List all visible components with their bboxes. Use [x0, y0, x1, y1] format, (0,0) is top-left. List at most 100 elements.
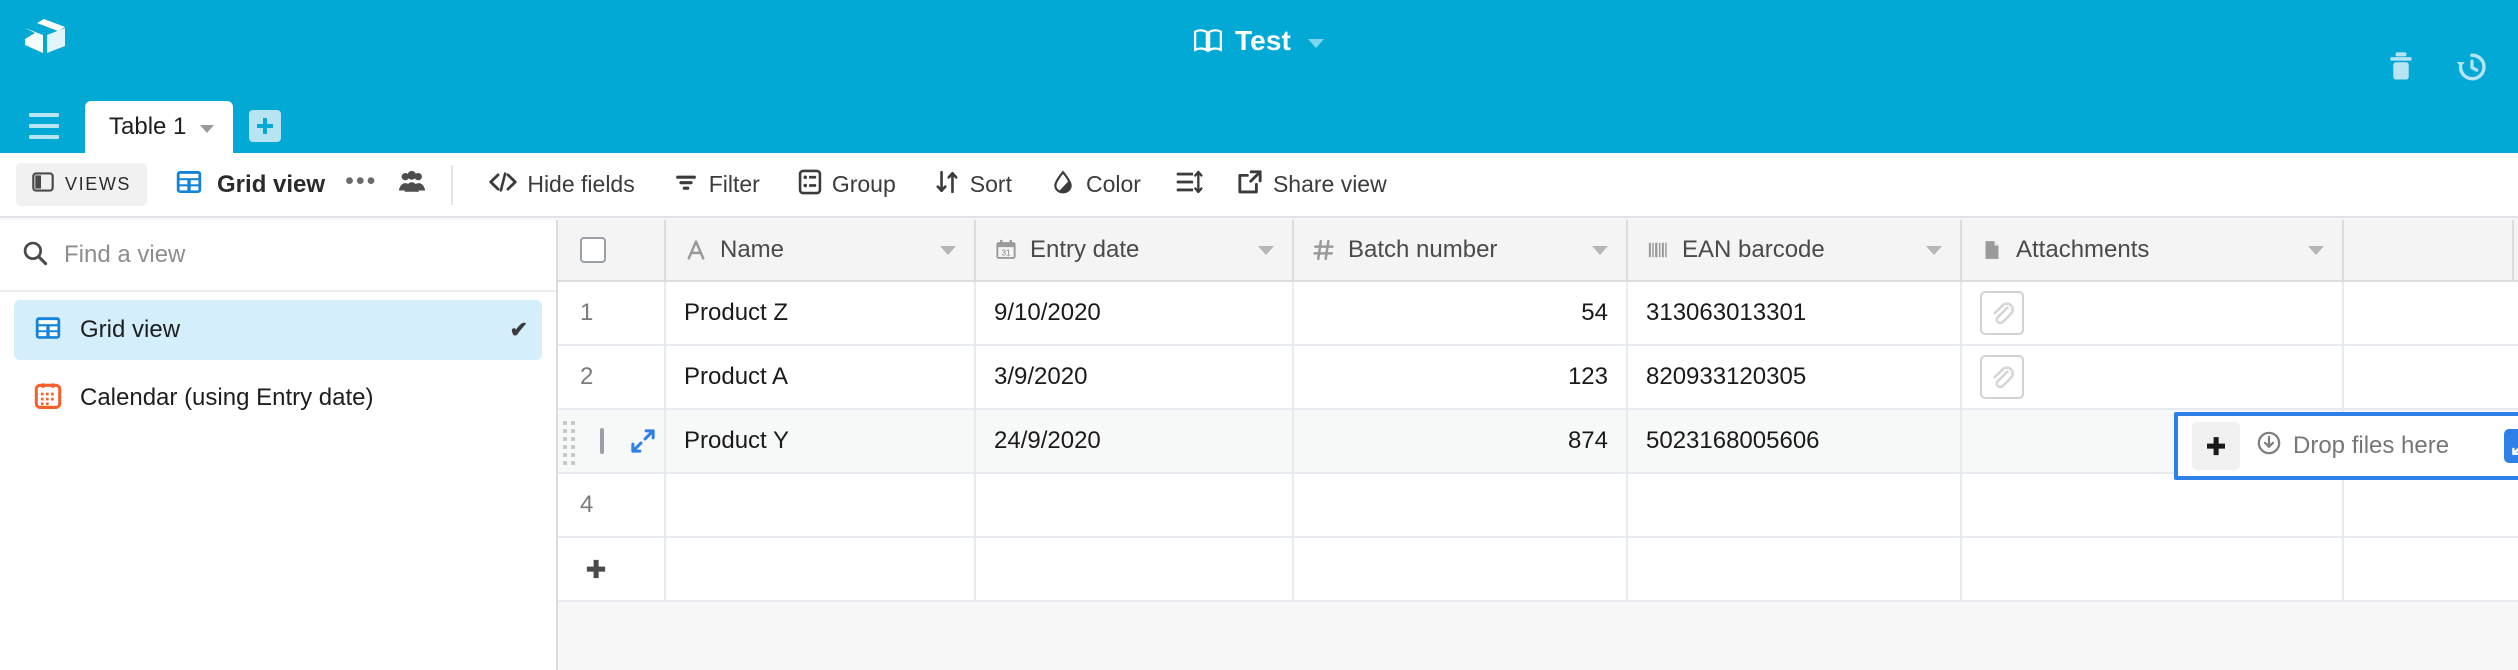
- paperclip-icon[interactable]: [1980, 355, 2024, 399]
- chevron-down-icon[interactable]: [940, 245, 956, 255]
- people-icon[interactable]: [397, 170, 427, 199]
- cell-attachments[interactable]: [1962, 474, 2344, 536]
- attachment-field-icon: [1980, 238, 2004, 262]
- cell-batch-number[interactable]: 54: [1294, 282, 1628, 344]
- cell-name[interactable]: Product Z: [666, 282, 976, 344]
- filter-label: Filter: [708, 171, 760, 197]
- chevron-down-icon[interactable]: [1258, 245, 1274, 255]
- chevron-down-icon[interactable]: [1307, 38, 1324, 48]
- hide-fields-button[interactable]: Hide fields: [477, 165, 646, 204]
- cell-ean-barcode[interactable]: 820933120305: [1628, 346, 1962, 408]
- row-number: 4: [580, 491, 594, 518]
- plus-icon[interactable]: [584, 557, 608, 581]
- sort-button[interactable]: Sort: [922, 164, 1024, 205]
- expand-cell-icon[interactable]: [2504, 429, 2518, 463]
- row-height-button[interactable]: [1167, 163, 1211, 206]
- selected-attachment-cell[interactable]: Drop files here: [2174, 412, 2518, 480]
- share-view-button[interactable]: Share view: [1225, 163, 1399, 206]
- column-header-entry-date[interactable]: 31 Entry date: [976, 220, 1294, 280]
- table-row[interactable]: 2 Product A 3/9/2020 123 820933120305: [558, 346, 2518, 410]
- cell-name[interactable]: [666, 474, 976, 536]
- grid-footer: [558, 602, 2518, 660]
- column-header-ean-barcode[interactable]: EAN barcode: [1628, 220, 1962, 280]
- cell-ean-barcode[interactable]: [1628, 474, 1962, 536]
- row-height-icon: [1175, 169, 1203, 200]
- drag-handle-icon[interactable]: [563, 421, 575, 465]
- add-row[interactable]: [558, 538, 2518, 602]
- add-row-cell[interactable]: [558, 538, 666, 600]
- grid-inner: Name 31 Entry date Batch number EAN barc…: [558, 220, 2518, 660]
- calendar-view-icon: [34, 382, 62, 415]
- tab-label: Table 1: [109, 113, 187, 140]
- share-view-label: Share view: [1272, 171, 1387, 197]
- filter-button[interactable]: Filter: [661, 165, 772, 204]
- row-select-checkbox[interactable]: [600, 428, 604, 454]
- group-label: Group: [831, 171, 896, 197]
- column-header-name[interactable]: Name: [666, 220, 976, 280]
- tab-table-1[interactable]: Table 1: [85, 101, 234, 153]
- cell-entry-date[interactable]: 3/9/2020: [976, 346, 1294, 408]
- table-row[interactable]: 4: [558, 474, 2518, 538]
- row-number-cell: [558, 410, 666, 472]
- cell-batch-number[interactable]: 123: [1294, 346, 1628, 408]
- cell-name[interactable]: Product Y: [666, 410, 976, 472]
- column-header-label: Name: [720, 236, 785, 263]
- sidebar-item-grid-view[interactable]: Grid view ✔: [14, 300, 542, 360]
- svg-text:31: 31: [1002, 249, 1011, 258]
- document-title-group[interactable]: Test: [0, 25, 2518, 57]
- add-attachment-button[interactable]: [2192, 422, 2240, 470]
- sidebar-item-calendar-view[interactable]: Calendar (using Entry date): [14, 368, 542, 428]
- panel-left-icon: [32, 171, 54, 198]
- cell-tail: [2344, 282, 2514, 344]
- cell-attachments[interactable]: [1962, 346, 2344, 408]
- cell-name[interactable]: Product A: [666, 346, 976, 408]
- history-icon[interactable]: [2456, 51, 2488, 83]
- row-number: 1: [580, 299, 594, 326]
- color-button[interactable]: Color: [1038, 164, 1153, 205]
- cell-entry-date[interactable]: [976, 474, 1294, 536]
- paperclip-icon[interactable]: [1980, 291, 2024, 335]
- group-button[interactable]: Group: [786, 163, 908, 206]
- share-external-icon: [1237, 169, 1263, 200]
- view-toolbar: VIEWS Grid view ••• Hide fields Filter G…: [0, 153, 2518, 218]
- find-view-row: [0, 220, 556, 292]
- cell-batch-number[interactable]: 874: [1294, 410, 1628, 472]
- cell-tail: [2344, 346, 2514, 408]
- main-body: Grid view ✔ Calendar (us: [0, 220, 2518, 670]
- views-label: VIEWS: [65, 174, 132, 194]
- column-header-label: EAN barcode: [1682, 236, 1825, 263]
- current-view-group: Grid view •••: [175, 168, 427, 201]
- current-view-name[interactable]: Grid view: [217, 171, 325, 199]
- chevron-down-icon[interactable]: [1592, 245, 1608, 255]
- cell-batch-number[interactable]: [1294, 474, 1628, 536]
- column-header-attachments[interactable]: Attachments: [1962, 220, 2344, 280]
- column-header-batch-number[interactable]: Batch number: [1294, 220, 1628, 280]
- expand-record-icon[interactable]: [630, 428, 656, 454]
- select-all-checkbox[interactable]: [580, 237, 606, 263]
- add-row-spacer: [976, 538, 1294, 600]
- cell-tail: [2344, 474, 2514, 536]
- ellipsis-icon[interactable]: •••: [345, 168, 377, 194]
- cell-entry-date[interactable]: 24/9/2020: [976, 410, 1294, 472]
- chevron-down-icon[interactable]: [1926, 245, 1942, 255]
- column-header-label: Batch number: [1348, 236, 1498, 263]
- row-number-cell: 4: [558, 474, 666, 536]
- cell-entry-date[interactable]: 9/10/2020: [976, 282, 1294, 344]
- cell-ean-barcode[interactable]: 313063013301: [1628, 282, 1962, 344]
- table-row[interactable]: 1 Product Z 9/10/2020 54 313063013301: [558, 282, 2518, 346]
- book-icon: [1194, 28, 1222, 54]
- cell-ean-barcode[interactable]: 5023168005606: [1628, 410, 1962, 472]
- add-row-spacer: [1628, 538, 1962, 600]
- chevron-down-icon[interactable]: [2308, 245, 2324, 255]
- chevron-down-icon[interactable]: [200, 125, 215, 133]
- search-input[interactable]: [64, 241, 542, 269]
- add-table-button[interactable]: [249, 110, 282, 142]
- add-row-spacer: [1962, 538, 2344, 600]
- cell-attachments[interactable]: [1962, 282, 2344, 344]
- trash-icon[interactable]: [2386, 51, 2416, 83]
- views-button[interactable]: VIEWS: [16, 163, 148, 206]
- hamburger-menu-icon[interactable]: [29, 113, 59, 139]
- column-header-label: Attachments: [2016, 236, 2150, 263]
- select-all-cell: [558, 220, 666, 280]
- add-row-spacer: [666, 538, 976, 600]
